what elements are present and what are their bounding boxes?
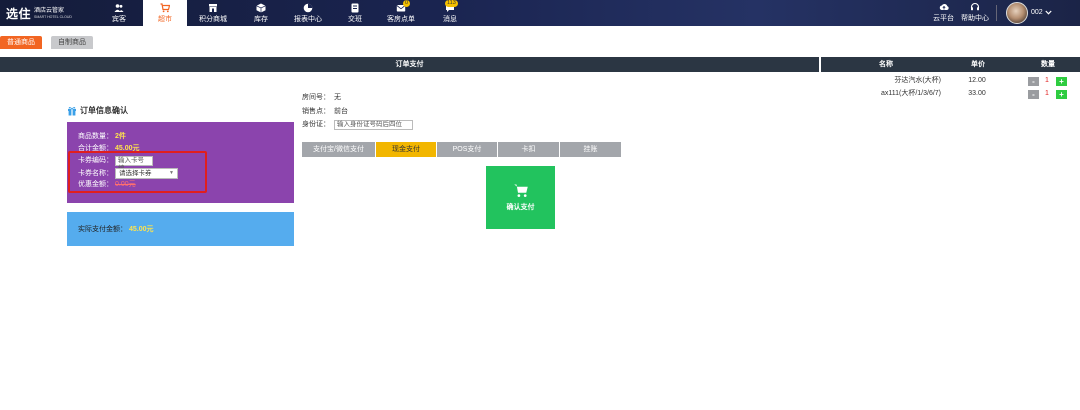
- brand-logo: 选住 酒店云管家 SMART HOTEL CLOUD: [6, 5, 72, 22]
- tab-cash[interactable]: 现金支付: [376, 142, 437, 157]
- table-row: 芬达汽水(大杯) 12.00 - 1 +: [821, 75, 1080, 87]
- handover-icon: [351, 3, 359, 13]
- actual-payment-panel: 实际支付金额： 45.00元: [67, 212, 294, 246]
- logo-tiny-text: SMART HOTEL CLOUD: [34, 15, 72, 19]
- product-price: 12.00: [968, 77, 986, 84]
- room-info: 房间号： 无: [302, 94, 341, 101]
- tab-pos[interactable]: POS支付: [437, 142, 498, 157]
- user-id-label: 002: [1031, 9, 1043, 16]
- room-number: 无: [334, 94, 341, 101]
- chevron-down-icon: [1045, 10, 1052, 15]
- nav-label: 积分商城: [199, 16, 227, 23]
- qty-plus-button[interactable]: +: [1056, 89, 1067, 99]
- product-name: 芬达汽水(大杯): [894, 77, 941, 84]
- nav-label: 交班: [348, 16, 362, 23]
- confirm-payment-button[interactable]: 确认支付: [486, 166, 555, 229]
- tab-custom-goods[interactable]: 自制商品: [51, 36, 93, 49]
- nav-label: 超市: [158, 16, 172, 23]
- cart-icon: [513, 184, 528, 197]
- column-header-qty: 数量: [1041, 61, 1055, 68]
- nav-messages[interactable]: 消息 113: [428, 0, 472, 26]
- box-icon: [256, 3, 266, 13]
- qty-plus-button[interactable]: +: [1056, 76, 1067, 86]
- user-menu[interactable]: 002: [1031, 9, 1052, 16]
- gift-icon: [68, 106, 76, 115]
- cloud-platform-label: 云平台: [933, 15, 954, 22]
- logo-sub-text: 酒店云管家: [34, 8, 65, 14]
- order-payment-header: 订单支付: [0, 57, 819, 72]
- table-row: ax111(大杯/1/3/6/7) 33.00 - 1 +: [821, 88, 1080, 100]
- cloud-upload-icon: [939, 4, 949, 10]
- message-count-badge: 113: [445, 0, 458, 7]
- tab-normal-goods[interactable]: 普通商品: [0, 36, 42, 49]
- actual-payment-label: 实际支付金额：: [78, 226, 127, 233]
- order-confirm-title: 订单信息确认: [67, 105, 128, 116]
- nav-guests[interactable]: 宾客: [97, 0, 141, 26]
- nav-handover[interactable]: 交班: [333, 0, 377, 26]
- highlight-box: [68, 151, 207, 193]
- help-center-button[interactable]: 帮助中心: [961, 0, 989, 26]
- store-icon: [209, 4, 217, 12]
- sale-point-info: 销售点： 前台: [302, 108, 348, 115]
- sale-point: 前台: [334, 108, 348, 115]
- help-center-label: 帮助中心: [961, 15, 989, 22]
- qty-value: 1: [1045, 90, 1049, 97]
- nav-label: 宾客: [112, 16, 126, 23]
- order-count-badge: 0: [403, 0, 411, 7]
- id-card-info: 身份证： 输入身份证号码后四位: [302, 120, 413, 130]
- tab-card-deduct[interactable]: 卡扣: [498, 142, 560, 157]
- nav-label: 报表中心: [294, 16, 322, 23]
- tab-credit[interactable]: 挂账: [560, 142, 622, 157]
- qty-minus-button[interactable]: -: [1028, 89, 1039, 99]
- qty-minus-button[interactable]: -: [1028, 76, 1039, 86]
- cart-icon: [160, 3, 170, 13]
- product-table-header: 名称 单价 数量: [821, 57, 1080, 72]
- actual-payment-value: 45.00元: [129, 226, 154, 233]
- column-header-price: 单价: [971, 61, 985, 68]
- nav-label: 消息: [443, 16, 457, 23]
- nav-divider: [996, 5, 997, 21]
- nav-label: 客房点单: [387, 16, 415, 23]
- top-navbar: 选住 酒店云管家 SMART HOTEL CLOUD 宾客 超市 积分商城 库存…: [0, 0, 1080, 26]
- avatar[interactable]: [1006, 2, 1028, 24]
- users-icon: [114, 4, 124, 12]
- nav-reports[interactable]: 报表中心: [286, 0, 330, 26]
- nav-label: 库存: [254, 16, 268, 23]
- item-count-line: 商品数量： 2件: [78, 133, 126, 140]
- product-price: 33.00: [968, 90, 986, 97]
- nav-inventory[interactable]: 库存: [239, 0, 283, 26]
- nav-room-order[interactable]: 客房点单 0: [379, 0, 423, 26]
- product-name: ax111(大杯/1/3/6/7): [880, 90, 941, 97]
- qty-value: 1: [1045, 77, 1049, 84]
- column-header-name: 名称: [879, 61, 893, 68]
- confirm-payment-label: 确认支付: [506, 204, 535, 211]
- item-count-value: 2件: [115, 133, 126, 140]
- id-card-input[interactable]: 输入身份证号码后四位: [334, 120, 413, 130]
- logo-main-text: 选住: [6, 7, 32, 21]
- headset-icon: [970, 2, 980, 11]
- nav-supermarket[interactable]: 超市: [143, 0, 187, 26]
- cloud-platform-button[interactable]: 云平台: [933, 0, 954, 26]
- tab-alipay-wechat[interactable]: 支付宝/微信支付: [302, 142, 376, 157]
- nav-points-mall[interactable]: 积分商城: [191, 0, 235, 26]
- pie-chart-icon: [303, 3, 313, 13]
